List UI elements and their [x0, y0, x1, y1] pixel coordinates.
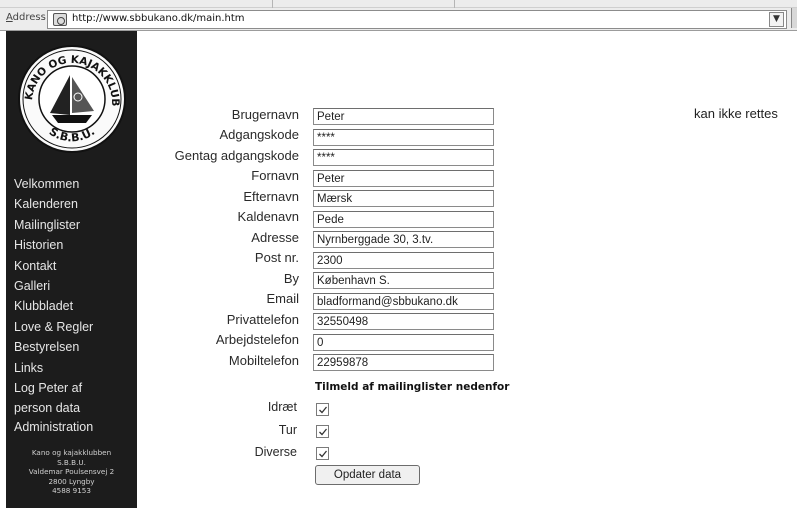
address-bar: Address http://www.sbbukano.dk/main.htm …: [0, 8, 797, 31]
label-adgangskode: Adgangskode: [219, 127, 299, 142]
mobiltelefon-field[interactable]: 22959878: [313, 354, 494, 371]
address-dropdown-button[interactable]: ▼: [769, 12, 784, 27]
adgangskode-field[interactable]: ****: [313, 129, 494, 146]
checkmark-icon: [319, 406, 328, 414]
club-address: Kano og kajakklubben S.B.B.U. Valdemar P…: [6, 448, 137, 496]
label-efternavn: Efternavn: [243, 189, 299, 204]
label-arbejdstelefon: Arbejdstelefon: [215, 332, 299, 347]
label-email: Email: [266, 291, 299, 306]
brugernavn-field[interactable]: Peter: [313, 108, 494, 125]
toolbar-separator: [454, 0, 455, 8]
chevron-down-icon: ▼: [773, 14, 780, 24]
label-privattelefon: Privattelefon: [226, 312, 299, 327]
nav-item-person-data[interactable]: person data: [14, 401, 80, 415]
label-post-nr: Post nr.: [254, 250, 299, 265]
toolbar-separator: [272, 0, 273, 8]
nav-item-bestyrelsen[interactable]: Bestyrelsen: [14, 340, 79, 354]
nav-item-log-af[interactable]: Log Peter af: [14, 381, 82, 395]
by-field[interactable]: København S.: [313, 272, 494, 289]
label-tur: Tur: [278, 423, 297, 437]
browser-toolbar: [0, 0, 797, 8]
checkmark-icon: [319, 428, 328, 436]
update-data-button[interactable]: Opdater data: [315, 465, 420, 485]
label-adresse: Adresse: [251, 230, 299, 245]
label-idraet: Idræt: [267, 400, 297, 414]
tur-checkbox[interactable]: [316, 425, 329, 438]
nav-item-love-regler[interactable]: Love & Regler: [14, 320, 93, 334]
footer-line: S.B.B.U.: [57, 457, 86, 467]
fornavn-field[interactable]: Peter: [313, 170, 494, 187]
page-icon: [53, 13, 67, 26]
idraet-checkbox[interactable]: [316, 403, 329, 416]
label-gentag-adgangskode: Gentag adgangskode: [174, 148, 299, 163]
address-label: Address: [6, 12, 46, 23]
address-url[interactable]: http://www.sbbukano.dk/main.htm: [72, 13, 245, 24]
mailinglist-heading: Tilmeld af mailinglister nedenfor: [315, 381, 510, 393]
email-field[interactable]: bladformand@sbbukano.dk: [313, 293, 494, 310]
kaldenavn-field[interactable]: Pede: [313, 211, 494, 228]
nav-item-administration[interactable]: Administration: [14, 420, 93, 434]
username-readonly-note: kan ikke rettes: [694, 106, 778, 121]
post-nr-field[interactable]: 2300: [313, 252, 494, 269]
footer-line: Valdemar Poulsensvej 2: [28, 467, 115, 477]
nav-item-klubbladet[interactable]: Klubbladet: [14, 299, 73, 313]
address-input[interactable]: http://www.sbbukano.dk/main.htm ▼: [47, 10, 787, 29]
diverse-checkbox[interactable]: [316, 447, 329, 460]
adresse-field[interactable]: Nyrnberggade 30, 3.tv.: [313, 231, 494, 248]
go-button[interactable]: [791, 8, 797, 28]
checkmark-icon: [319, 450, 328, 458]
nav-item-galleri[interactable]: Galleri: [14, 279, 50, 293]
label-mobiltelefon: Mobiltelefon: [228, 353, 299, 368]
gentag-adgangskode-field[interactable]: ****: [313, 149, 494, 166]
nav-item-velkommen[interactable]: Velkommen: [14, 177, 79, 191]
label-brugernavn: Brugernavn: [231, 107, 299, 122]
nav-item-mailinglister[interactable]: Mailinglister: [14, 218, 80, 232]
sidebar: KANO OG KAJAKKLUBBEN S.B.B.U. Velkommen …: [6, 31, 137, 508]
footer-line: Kano og kajakklubben: [31, 448, 112, 457]
nav-item-historien[interactable]: Historien: [14, 238, 63, 252]
label-kaldenavn: Kaldenavn: [237, 209, 299, 224]
nav-item-links[interactable]: Links: [14, 361, 43, 375]
label-by: By: [283, 271, 299, 286]
privattelefon-field[interactable]: 32550498: [313, 313, 494, 330]
nav-item-kalenderen[interactable]: Kalenderen: [14, 197, 78, 211]
footer-line: 4588 9153: [52, 486, 91, 496]
club-logo: KANO OG KAJAKKLUBBEN S.B.B.U.: [12, 32, 128, 160]
footer-line: 2800 Lyngby: [48, 476, 95, 486]
label-diverse: Diverse: [254, 445, 297, 459]
arbejdstelefon-field[interactable]: 0: [313, 334, 494, 351]
nav-item-kontakt[interactable]: Kontakt: [14, 259, 56, 273]
label-fornavn: Fornavn: [251, 168, 299, 183]
efternavn-field[interactable]: Mærsk: [313, 190, 494, 207]
